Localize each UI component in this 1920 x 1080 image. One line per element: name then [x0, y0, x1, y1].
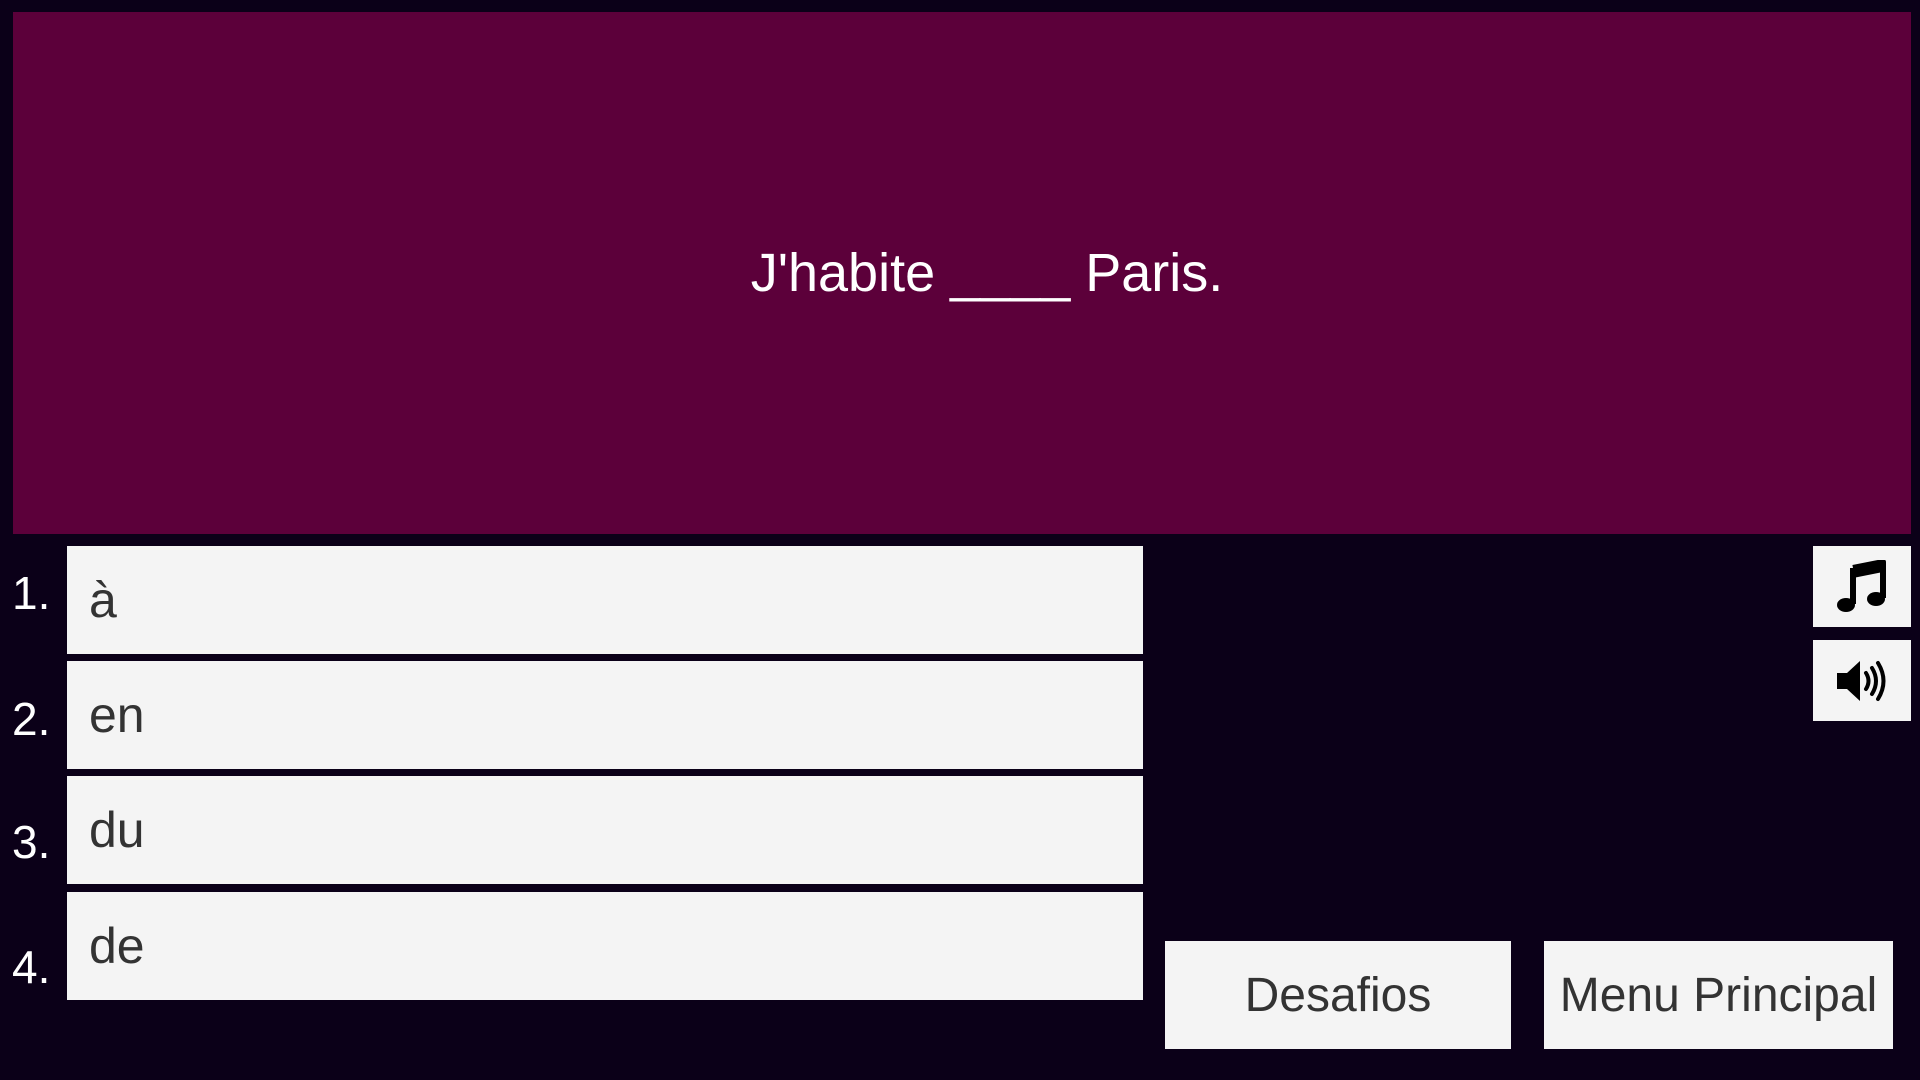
answer-number-1: 1. — [12, 567, 51, 619]
game-screen: J'habite ____ Paris. 1. à 2. en 3. du 4.… — [0, 0, 1920, 1080]
answer-button-3[interactable]: du — [67, 776, 1143, 884]
question-panel: J'habite ____ Paris. — [13, 12, 1911, 534]
answer-button-1[interactable]: à — [67, 546, 1143, 654]
question-text: J'habite ____ Paris. — [750, 243, 1224, 303]
challenges-label: Desafios — [1244, 968, 1432, 1022]
challenges-button[interactable]: Desafios — [1165, 941, 1511, 1049]
answer-label-1: à — [89, 572, 117, 628]
sound-toggle-button[interactable] — [1813, 640, 1911, 721]
answer-number-4: 4. — [12, 941, 51, 993]
answer-button-4[interactable]: de — [67, 892, 1143, 1000]
speaker-icon — [1837, 660, 1886, 701]
answer-number-2: 2. — [12, 693, 51, 745]
answer-label-4: de — [89, 918, 145, 974]
answer-label-3: du — [89, 802, 145, 858]
answer-button-2[interactable]: en — [67, 661, 1143, 769]
main-menu-label: Menu Principal — [1559, 968, 1878, 1022]
main-menu-button[interactable]: Menu Principal — [1544, 941, 1893, 1049]
answer-number-3: 3. — [12, 816, 51, 868]
music-note-icon — [1837, 559, 1886, 612]
music-toggle-button[interactable] — [1813, 546, 1911, 627]
answer-label-2: en — [89, 687, 145, 743]
